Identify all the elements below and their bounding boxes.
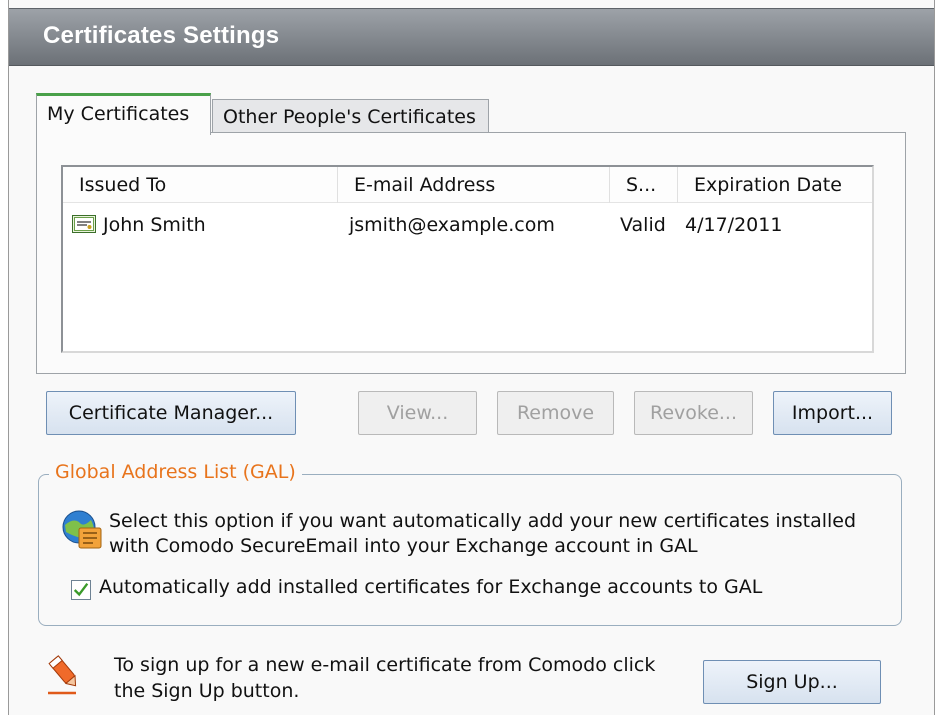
gal-group-box: Global Address List (GAL) Select this op… xyxy=(38,461,902,626)
gal-description: Select this option if you want automatic… xyxy=(109,510,857,557)
pen-signup-icon xyxy=(48,655,77,695)
tab-my-certificates[interactable]: My Certificates xyxy=(36,93,211,135)
remove-button[interactable]: Remove xyxy=(497,391,614,435)
cell-status: Valid xyxy=(620,214,666,236)
import-button[interactable]: Import... xyxy=(773,391,892,435)
certificate-manager-button[interactable]: Certificate Manager... xyxy=(46,391,296,435)
cell-issued-to: John Smith xyxy=(103,214,206,236)
globe-address-book-icon xyxy=(62,510,102,549)
my-certificates-panel: Issued To E-mail Address S... Expiration… xyxy=(36,132,906,374)
sign-up-button[interactable]: Sign Up... xyxy=(703,660,881,704)
auto-add-gal-label[interactable]: Automatically add installed certificates… xyxy=(99,576,762,598)
table-row[interactable]: John Smith jsmith@example.com Valid 4/17… xyxy=(63,207,872,243)
tab-other-peoples-certificates[interactable]: Other People's Certificates xyxy=(212,99,489,135)
auto-add-gal-checkbox[interactable] xyxy=(71,580,91,600)
revoke-button[interactable]: Revoke... xyxy=(634,391,753,435)
certificate-icon xyxy=(72,215,96,233)
column-header-expiration-date[interactable]: Expiration Date xyxy=(678,167,872,203)
certificate-list[interactable]: Issued To E-mail Address S... Expiration… xyxy=(61,165,874,353)
view-button[interactable]: View... xyxy=(358,391,477,435)
checkmark-icon xyxy=(73,582,89,597)
column-header-email[interactable]: E-mail Address xyxy=(338,167,610,203)
list-header: Issued To E-mail Address S... Expiration… xyxy=(63,167,872,203)
gal-group-legend: Global Address List (GAL) xyxy=(49,461,302,483)
cell-expiration-date: 4/17/2011 xyxy=(685,214,783,236)
cell-email: jsmith@example.com xyxy=(349,214,555,236)
window-title: Certificates Settings xyxy=(43,22,280,49)
title-bar: Certificates Settings xyxy=(9,8,934,66)
column-header-issued-to[interactable]: Issued To xyxy=(63,167,338,203)
column-header-status[interactable]: S... xyxy=(610,167,678,203)
signup-instructions: To sign up for a new e-mail certificate … xyxy=(114,654,656,702)
